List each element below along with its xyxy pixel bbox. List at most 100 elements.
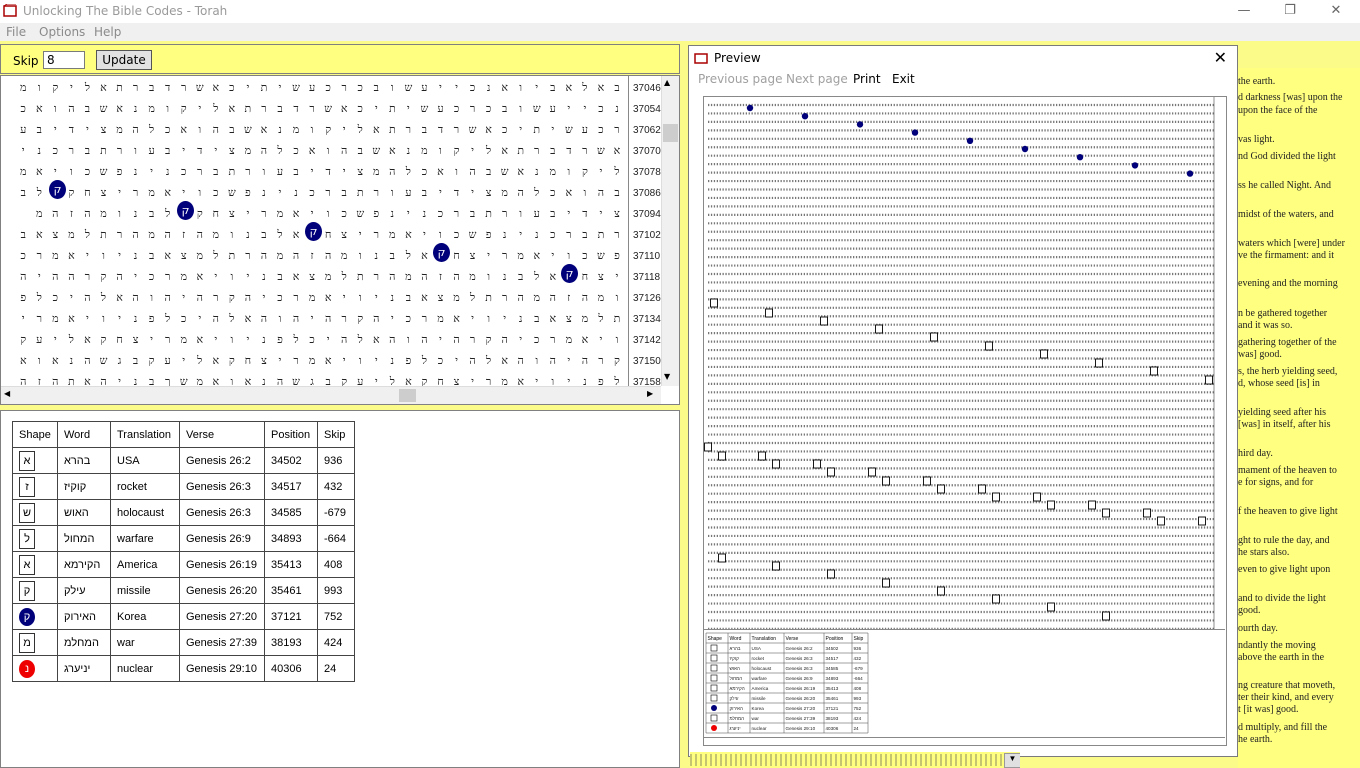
scroll-right-icon[interactable]: ▶: [647, 389, 653, 398]
highlight-marker-icon[interactable]: ק: [305, 222, 322, 241]
verse-text-line: midst of the waters, and: [1238, 209, 1334, 220]
verse-text-line: d multiply, and fill the: [1238, 722, 1328, 733]
preview-dot-icon: [856, 121, 864, 128]
table-row[interactable]: ק האירוק Korea Genesis 27:20 37121 752: [12, 603, 355, 630]
shape-cell: ק: [12, 603, 58, 630]
preview-table-cell: Genesis 26:19: [786, 686, 816, 691]
bottom-scroll-icon[interactable]: ▼: [1004, 753, 1020, 768]
preview-box-marker-icon: [1088, 500, 1096, 510]
preview-dot-icon: [1076, 154, 1084, 161]
position-cell: 37121: [264, 603, 318, 630]
grid-vertical-scrollbar[interactable]: ▲ ▼: [661, 76, 679, 386]
menu-file[interactable]: File: [6, 25, 26, 39]
preview-box-marker-icon: [992, 492, 1000, 502]
shape-cell: נ: [12, 655, 58, 682]
table-row[interactable]: ז קוקיז rocket Genesis 26:3 34517 432: [12, 473, 355, 500]
verse-text-line: ourth day.: [1238, 623, 1278, 634]
translation-cell: nuclear: [110, 655, 180, 682]
grid-row: באלאביואנכייעשובכרכעשיתיכאשרדברתאליקומ: [19, 81, 620, 94]
grid-row: תלמצאבניויאמרכיהקרהיהוהאלהיכלפניויאמרי: [21, 312, 621, 325]
highlight-marker-icon[interactable]: ק: [49, 180, 66, 199]
skip-cell: 993: [317, 577, 355, 604]
grid-row: פשכויאמריצחקאלבנומהזהמהרתלמצאבניויאמרכ: [20, 249, 620, 262]
word-cell: הקירמא: [57, 551, 111, 578]
skip-cell: 936: [317, 447, 355, 474]
preview-table-cell: 424: [854, 716, 862, 721]
preview-table-header: Word: [730, 636, 742, 642]
shape-cell: מ: [12, 629, 58, 656]
preview-table-header: Verse: [786, 636, 799, 642]
preview-box-marker-icon: [1095, 358, 1103, 368]
table-row[interactable]: ל המחול warfare Genesis 26:9 34893 -664: [12, 525, 355, 552]
skip-label: Skip: [13, 54, 39, 68]
verse-text-line: waters which [were] under: [1238, 238, 1345, 249]
preview-box-marker-icon: [1047, 602, 1055, 612]
preview-box-marker-icon: [772, 561, 780, 571]
close-button[interactable]: ✕: [1313, 0, 1359, 23]
menu-help[interactable]: Help: [94, 25, 121, 39]
preview-dot-icon: [911, 129, 919, 136]
menu-options[interactable]: Options: [39, 25, 85, 39]
table-row[interactable]: א הקירמא America Genesis 26:19 35413 408: [12, 551, 355, 578]
row-number: 37054: [633, 104, 661, 115]
highlight-marker-icon[interactable]: ק: [177, 201, 194, 220]
grid-row: ליקומנאשבהואכלהמצידיבעורתברכנינפשכויאמ: [19, 165, 620, 178]
position-cell: 38193: [264, 629, 318, 656]
row-number: 37046: [633, 83, 661, 94]
grid-horizontal-scrollbar[interactable]: ◀ ▶: [1, 386, 661, 404]
verse-text-line: he earth.: [1238, 734, 1273, 745]
table-row[interactable]: ק עילק missile Genesis 26:20 35461 993: [12, 577, 355, 604]
scroll-down-icon[interactable]: ▼: [664, 372, 670, 381]
translation-cell: America: [110, 551, 180, 578]
row-number: 37102: [633, 230, 661, 241]
preview-shape-icon: [710, 644, 718, 652]
table-row[interactable]: מ המחלמ war Genesis 27:39 38193 424: [12, 629, 355, 656]
preview-title: Preview: [714, 51, 761, 65]
table-row[interactable]: א בהרא USA Genesis 26:2 34502 936: [12, 447, 355, 474]
verse-cell: Genesis 26:9: [179, 525, 265, 552]
word-cell: עילק: [57, 577, 111, 604]
preview-table-cell: Genesis 27:20: [786, 706, 816, 711]
preview-table-cell: war: [752, 716, 760, 721]
skip-input[interactable]: [43, 51, 85, 69]
verse-text-line: mament of the heaven to: [1238, 465, 1337, 476]
header-word: Word: [57, 421, 111, 448]
hscroll-thumb[interactable]: [399, 389, 416, 402]
shape-marker-icon: א: [19, 450, 35, 471]
row-number: 37150: [633, 356, 661, 367]
scroll-up-icon[interactable]: ▲: [664, 78, 670, 87]
shape-cell: ש: [12, 499, 58, 526]
translation-cell: missile: [110, 577, 180, 604]
update-button[interactable]: Update: [96, 50, 152, 70]
print-button[interactable]: Print: [853, 72, 881, 86]
preview-box-marker-icon: [704, 442, 712, 452]
exit-button[interactable]: Exit: [892, 72, 915, 86]
preview-box-marker-icon: [930, 332, 938, 342]
verse-cell: Genesis 26:19: [179, 551, 265, 578]
verse-text-line: upon the face of the: [1238, 105, 1318, 116]
shape-marker-icon: מ: [19, 632, 35, 653]
shape-marker-icon: ל: [19, 528, 35, 549]
scroll-thumb[interactable]: [663, 124, 678, 142]
highlight-marker-icon[interactable]: ק: [561, 264, 578, 283]
shape-cell: ק: [12, 577, 58, 604]
highlight-marker-icon[interactable]: ק: [433, 243, 450, 262]
preview-shape-icon: [710, 684, 718, 692]
word-cell: קוקיז: [57, 473, 111, 500]
preview-close-icon[interactable]: ✕: [1214, 48, 1227, 67]
maximize-button[interactable]: ❐: [1267, 0, 1313, 23]
table-row[interactable]: נ יניערג nuclear Genesis 29:10 40306 24: [12, 655, 355, 682]
preview-box-marker-icon: [813, 459, 821, 469]
preview-table-cell: הקירמא: [730, 686, 745, 691]
preview-dot-icon: [1131, 162, 1139, 169]
previous-page-button[interactable]: Previous page: [698, 72, 783, 86]
word-cell: המחול: [57, 525, 111, 552]
table-row[interactable]: ש האוש holocaust Genesis 26:3 34585 -679: [12, 499, 355, 526]
verse-text-line: ght to rule the day, and: [1238, 535, 1330, 546]
row-number: 37086: [633, 188, 661, 199]
preview-box-marker-icon: [718, 553, 726, 563]
scroll-left-icon[interactable]: ◀: [4, 389, 10, 398]
minimize-button[interactable]: —: [1221, 0, 1267, 23]
next-page-button[interactable]: Next page: [786, 72, 848, 86]
preview-table-cell: 40306: [826, 726, 839, 731]
